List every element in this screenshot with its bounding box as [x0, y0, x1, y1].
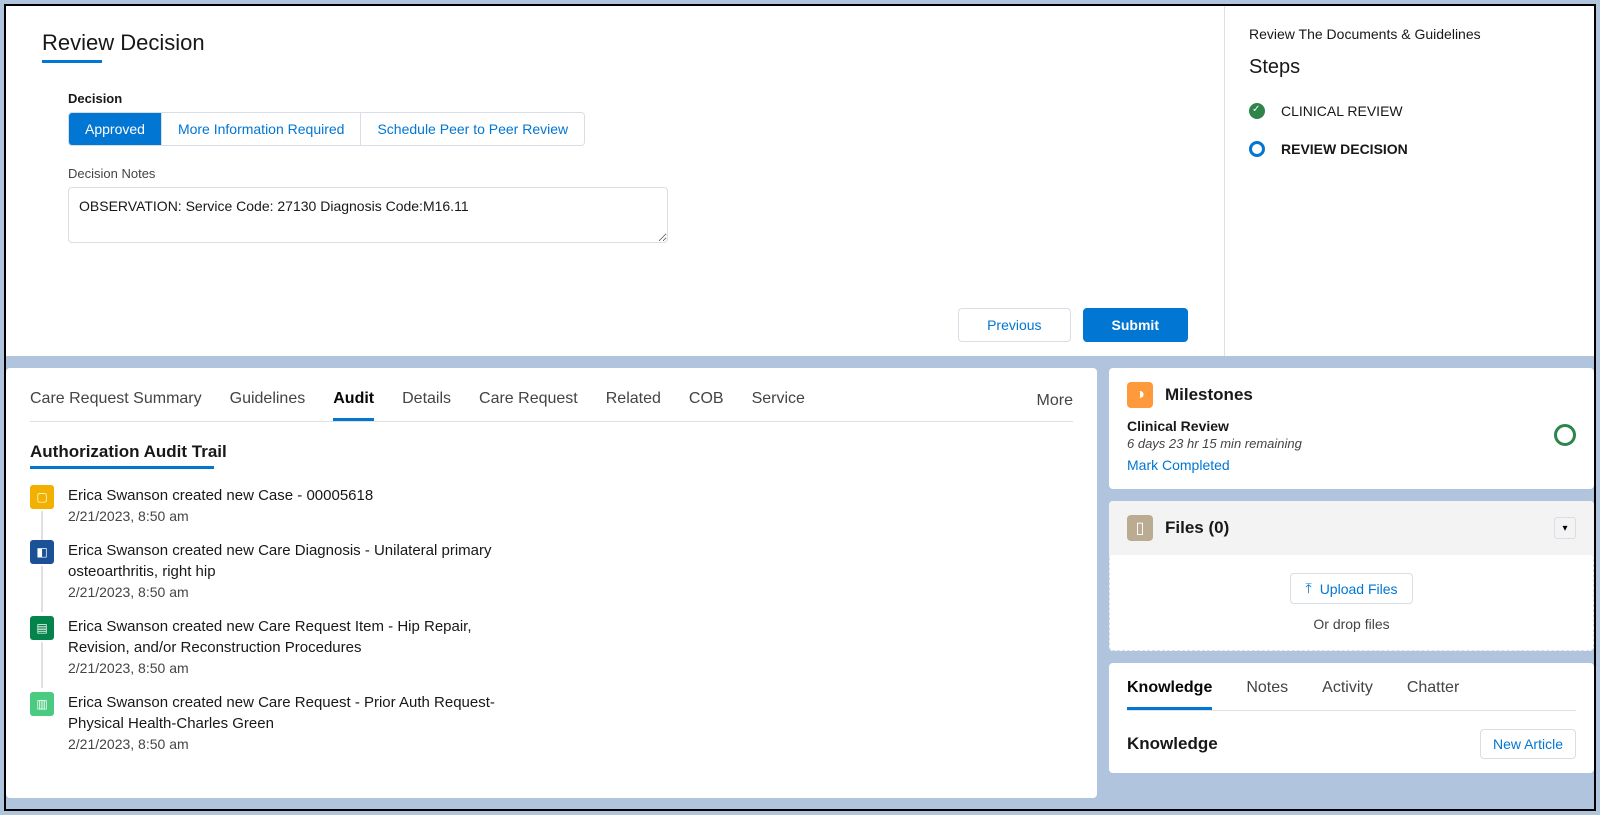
- case-icon: ▢: [30, 485, 54, 509]
- title-underline: [42, 60, 102, 63]
- review-decision-panel: Review Decision Decision Approved More I…: [6, 6, 1594, 356]
- tab-activity[interactable]: Activity: [1322, 669, 1373, 710]
- step-clinical-review[interactable]: CLINICAL REVIEW: [1249, 103, 1570, 119]
- sidebar-title: Review The Documents & Guidelines: [1249, 26, 1570, 42]
- decision-notes-label: Decision Notes: [68, 166, 1188, 181]
- new-article-button[interactable]: New Article: [1480, 729, 1576, 759]
- audit-list: ▢ Erica Swanson created new Case - 00005…: [30, 485, 1073, 752]
- audit-underline: [30, 466, 214, 469]
- audit-trail-heading: Authorization Audit Trail: [30, 442, 1073, 462]
- upload-icon: ⤒: [1305, 580, 1311, 597]
- decision-option-schedule-p2p[interactable]: Schedule Peer to Peer Review: [361, 113, 584, 145]
- files-heading: Files (0): [1165, 518, 1229, 538]
- tab-audit[interactable]: Audit: [333, 380, 374, 421]
- diagnosis-icon: ◧: [30, 540, 54, 564]
- audit-desc: Erica Swanson created new Care Request I…: [68, 616, 528, 658]
- milestones-heading: Milestones: [1165, 385, 1253, 405]
- decision-option-approved[interactable]: Approved: [69, 113, 162, 145]
- audit-time: 2/21/2023, 8:50 am: [68, 736, 548, 752]
- record-detail-panel: Care Request Summary Guidelines Audit De…: [6, 368, 1097, 798]
- request-icon: ▥: [30, 692, 54, 716]
- audit-time: 2/21/2023, 8:50 am: [68, 660, 528, 676]
- tab-details[interactable]: Details: [402, 380, 451, 421]
- audit-time: 2/21/2023, 8:50 am: [68, 584, 528, 600]
- audit-item: ▥ Erica Swanson created new Care Request…: [30, 692, 1073, 752]
- tab-notes[interactable]: Notes: [1246, 669, 1288, 710]
- tab-care-request[interactable]: Care Request: [479, 380, 578, 421]
- audit-time: 2/21/2023, 8:50 am: [68, 508, 373, 524]
- check-icon: [1249, 103, 1265, 119]
- milestones-card: ◑ Milestones Clinical Review 6 days 23 h…: [1109, 368, 1594, 489]
- mark-completed-link[interactable]: Mark Completed: [1127, 457, 1230, 473]
- steps-heading: Steps: [1249, 56, 1570, 79]
- knowledge-heading: Knowledge: [1127, 734, 1218, 754]
- step-label: CLINICAL REVIEW: [1281, 103, 1403, 119]
- milestone-name: Clinical Review: [1127, 418, 1576, 434]
- page-title: Review Decision: [42, 30, 1188, 56]
- step-review-decision[interactable]: REVIEW DECISION: [1249, 141, 1570, 157]
- record-tabs: Care Request Summary Guidelines Audit De…: [30, 380, 1073, 422]
- tab-guidelines[interactable]: Guidelines: [230, 380, 306, 421]
- upload-label: Upload Files: [1320, 581, 1398, 597]
- tab-related[interactable]: Related: [606, 380, 661, 421]
- decision-label: Decision: [68, 91, 1188, 106]
- decision-option-more-info[interactable]: More Information Required: [162, 113, 362, 145]
- request-item-icon: ▤: [30, 616, 54, 640]
- progress-ring-icon: [1554, 424, 1576, 446]
- tabs-more[interactable]: More: [1037, 382, 1073, 420]
- milestone-remaining: 6 days 23 hr 15 min remaining: [1127, 436, 1576, 451]
- files-card: ▯ Files (0) ▾ ⤒ Upload Files Or drop fil…: [1109, 501, 1594, 651]
- tab-care-request-summary[interactable]: Care Request Summary: [30, 380, 202, 421]
- tab-service[interactable]: Service: [752, 380, 805, 421]
- milestone-icon: ◑: [1127, 382, 1153, 408]
- step-label: REVIEW DECISION: [1281, 141, 1408, 157]
- audit-desc: Erica Swanson created new Case - 0000561…: [68, 485, 373, 506]
- audit-item: ▤ Erica Swanson created new Care Request…: [30, 616, 1073, 676]
- knowledge-tabs: Knowledge Notes Activity Chatter: [1127, 669, 1576, 711]
- upload-files-button[interactable]: ⤒ Upload Files: [1290, 573, 1412, 604]
- audit-item: ▢ Erica Swanson created new Case - 00005…: [30, 485, 1073, 524]
- decision-button-group: Approved More Information Required Sched…: [68, 112, 585, 146]
- current-step-icon: [1249, 141, 1265, 157]
- audit-desc: Erica Swanson created new Care Diagnosis…: [68, 540, 528, 582]
- files-icon: ▯: [1127, 515, 1153, 541]
- tab-knowledge[interactable]: Knowledge: [1127, 669, 1212, 710]
- drop-files-text: Or drop files: [1128, 616, 1575, 632]
- tab-cob[interactable]: COB: [689, 380, 724, 421]
- steps-sidebar: Review The Documents & Guidelines Steps …: [1224, 6, 1594, 356]
- knowledge-card: Knowledge Notes Activity Chatter Knowled…: [1109, 663, 1594, 773]
- audit-desc: Erica Swanson created new Care Request -…: [68, 692, 548, 734]
- tab-chatter[interactable]: Chatter: [1407, 669, 1459, 710]
- decision-notes-textarea[interactable]: [68, 187, 668, 243]
- files-dropdown-button[interactable]: ▾: [1554, 517, 1576, 539]
- audit-item: ◧ Erica Swanson created new Care Diagnos…: [30, 540, 1073, 600]
- submit-button[interactable]: Submit: [1083, 308, 1188, 342]
- previous-button[interactable]: Previous: [958, 308, 1070, 342]
